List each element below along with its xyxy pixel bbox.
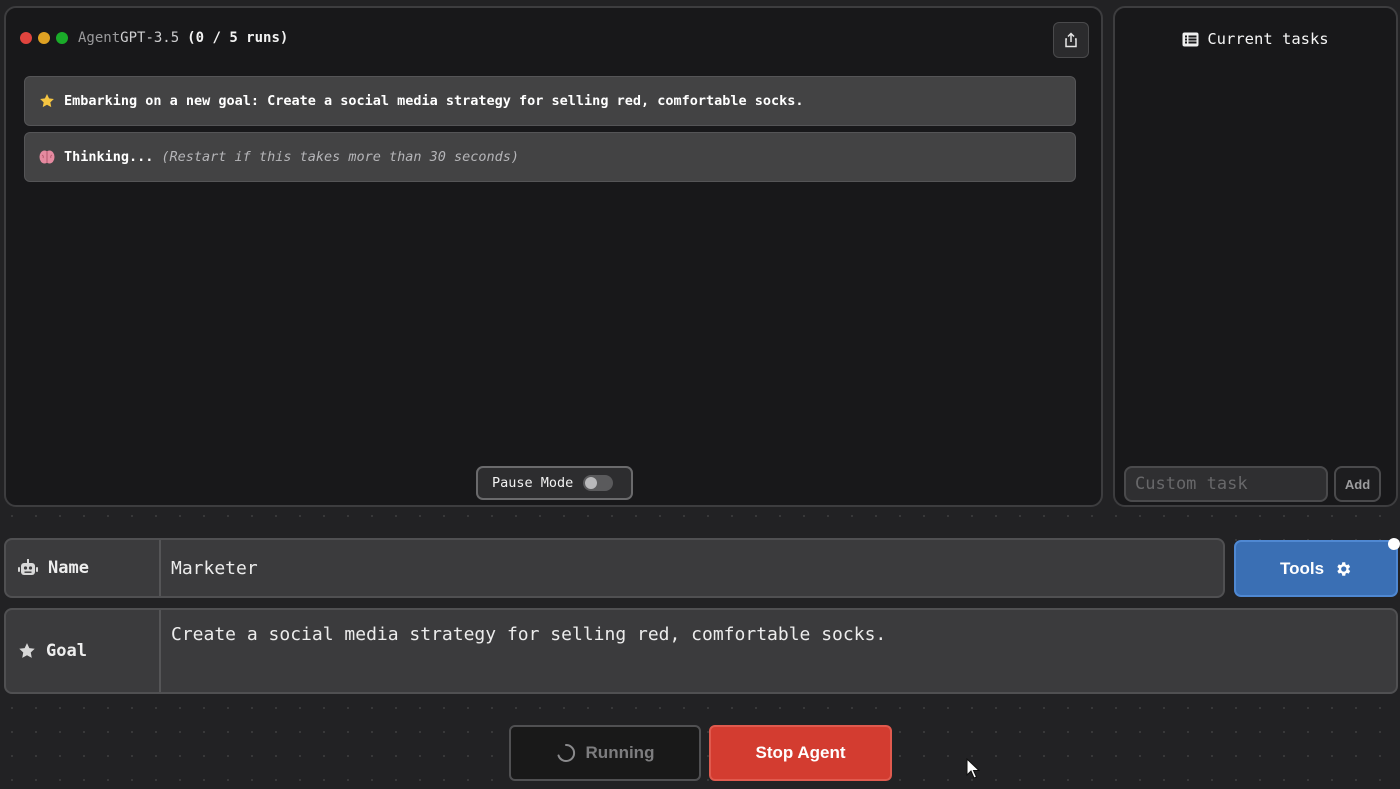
gear-icon bbox=[1337, 561, 1351, 576]
title-prefix: Agent bbox=[78, 30, 121, 46]
pause-mode-toggle[interactable]: Pause Mode bbox=[476, 466, 633, 500]
window-dot-red bbox=[20, 32, 32, 44]
tools-label: Tools bbox=[1279, 558, 1325, 578]
stop-agent-button[interactable]: Stop Agent bbox=[709, 725, 892, 781]
window-header: Agent GPT-3.5 (0 / 5 runs) bbox=[20, 30, 288, 46]
tasks-header: Current tasks bbox=[1115, 30, 1396, 48]
running-label: Running bbox=[585, 743, 655, 762]
pause-mode-label: Pause Mode bbox=[492, 475, 574, 491]
name-label-cell: Name bbox=[6, 540, 161, 596]
name-field: Name Marketer bbox=[4, 538, 1225, 598]
goal-message-text: Create a social media strategy for selli… bbox=[267, 93, 804, 109]
goal-label: Goal bbox=[46, 641, 87, 661]
star-icon bbox=[19, 643, 35, 658]
switch-knob bbox=[585, 477, 598, 489]
robot-icon bbox=[18, 559, 38, 575]
tools-button[interactable]: Tools bbox=[1234, 538, 1400, 597]
star-emoji-icon bbox=[39, 93, 55, 109]
window-dot-yellow bbox=[38, 32, 50, 44]
goal-field: Goal Create a social media strategy for … bbox=[4, 608, 1398, 694]
goal-input[interactable]: Create a social media strategy for selli… bbox=[161, 610, 886, 692]
thinking-label: Thinking... bbox=[64, 149, 154, 165]
name-input[interactable]: Marketer bbox=[161, 540, 258, 596]
window-title: Agent GPT-3.5 (0 / 5 runs) bbox=[78, 30, 288, 46]
task-list-icon bbox=[1182, 32, 1199, 46]
running-button[interactable]: Running bbox=[509, 725, 701, 781]
goal-message-label: Embarking on a new goal: bbox=[64, 93, 260, 109]
spinner-icon bbox=[557, 743, 575, 762]
tasks-panel: Current tasks Add bbox=[1113, 6, 1398, 507]
goal-message: Embarking on a new goal: Create a social… bbox=[24, 76, 1076, 126]
brain-emoji-icon bbox=[39, 149, 55, 165]
add-task-button[interactable]: Add bbox=[1334, 466, 1381, 502]
tasks-title: Current tasks bbox=[1207, 30, 1329, 48]
runs-counter: (0 / 5 runs) bbox=[187, 30, 289, 46]
custom-task-input[interactable] bbox=[1124, 466, 1328, 502]
title-model: GPT-3.5 bbox=[120, 30, 180, 46]
share-icon bbox=[1065, 32, 1077, 48]
name-label: Name bbox=[48, 558, 89, 578]
mouse-cursor-icon bbox=[966, 758, 980, 779]
agent-chat-window: Agent GPT-3.5 (0 / 5 runs) Embarking on a… bbox=[4, 6, 1103, 507]
share-button[interactable] bbox=[1053, 22, 1089, 58]
window-dot-green bbox=[56, 32, 68, 44]
pause-mode-switch[interactable] bbox=[583, 475, 614, 491]
goal-label-cell: Goal bbox=[6, 610, 161, 692]
thinking-message: Thinking... (Restart if this takes more … bbox=[24, 132, 1076, 182]
notification-dot bbox=[1388, 538, 1400, 550]
thinking-hint: (Restart if this takes more than 30 seco… bbox=[161, 149, 520, 165]
